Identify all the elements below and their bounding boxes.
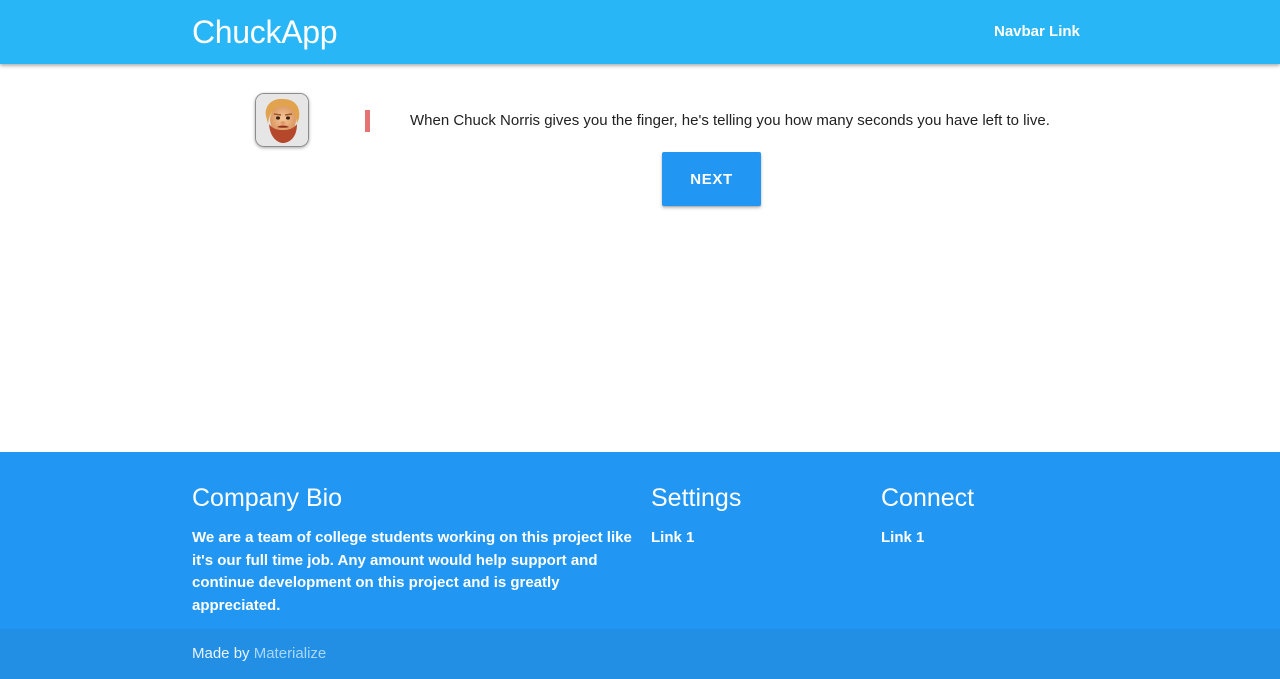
avatar-illustration (256, 94, 308, 146)
connect-link-1[interactable]: Link 1 (881, 528, 924, 548)
footer: Company Bio We are a team of college stu… (0, 452, 1280, 629)
brand-logo[interactable]: ChuckApp (192, 12, 338, 52)
company-bio-text: We are a team of college students workin… (192, 529, 632, 614)
navbar-link[interactable]: Navbar Link (994, 22, 1080, 42)
next-button[interactable]: Next (662, 152, 761, 206)
settings-title: Settings (651, 484, 742, 512)
chuck-norris-avatar-icon (255, 93, 309, 147)
connect-title: Connect (881, 484, 975, 512)
made-by-text: Made by Materialize (192, 644, 326, 664)
settings-link-1[interactable]: Link 1 (651, 528, 694, 548)
quote-bar (365, 110, 370, 132)
materialize-link[interactable]: Materialize (254, 645, 327, 662)
navbar: ChuckApp Navbar Link (0, 0, 1280, 64)
company-bio-title: Company Bio (192, 484, 343, 512)
joke-text: When Chuck Norris gives you the finger, … (410, 112, 1050, 129)
made-by-prefix: Made by (192, 645, 250, 662)
footer-copyright: Made by Materialize (0, 629, 1280, 679)
